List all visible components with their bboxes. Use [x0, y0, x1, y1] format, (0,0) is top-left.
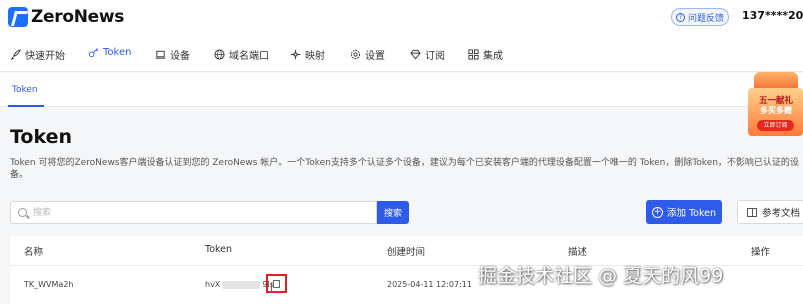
add-token-label: 添加 Token	[666, 208, 717, 219]
nav-label-mapping: 映射	[305, 51, 325, 62]
integration-icon	[468, 49, 479, 60]
gear-icon	[350, 49, 361, 60]
column-header-description: 描述	[568, 247, 588, 258]
search-input[interactable]	[33, 205, 363, 221]
nav-item-domain-ports[interactable]: 域名端口	[214, 47, 269, 62]
diamond-icon	[410, 49, 421, 60]
copy-token-button[interactable]	[266, 274, 287, 293]
nav-item-devices[interactable]: 设备	[155, 47, 190, 62]
promo-subscribe-button[interactable]: 立即订阅	[757, 120, 794, 131]
docs-button[interactable]: 参考文档	[737, 200, 803, 224]
nav-label-domain-ports: 域名端口	[229, 51, 269, 62]
search-icon	[18, 208, 27, 217]
nav-item-subscription[interactable]: 订阅	[410, 47, 445, 62]
top-bar: ZeroNews ? 问题反馈 137****2080	[0, 0, 803, 36]
feedback-button[interactable]: ? 问题反馈	[671, 8, 729, 26]
nav-label-token: Token	[103, 47, 132, 58]
nav-label-integration: 集成	[483, 51, 503, 62]
nav-label-subscription: 订阅	[425, 51, 445, 62]
globe-icon	[214, 49, 225, 60]
add-token-button[interactable]: + 添加 Token	[646, 200, 722, 224]
laptop-icon	[155, 50, 166, 59]
logo[interactable]: ZeroNews	[8, 7, 124, 27]
column-header-name: 名称	[24, 247, 44, 258]
docs-label: 参考文档	[762, 208, 801, 219]
nav-label-quickstart: 快速开始	[25, 51, 65, 62]
zeronews-logo-icon	[8, 7, 28, 27]
nav-label-settings: 设置	[365, 51, 385, 62]
token-value: hvX 9Is	[205, 280, 274, 289]
tab-active-indicator	[8, 105, 44, 107]
page-description: Token 可将您的ZeroNews客户端设备认证到您的 ZeroNews 帐户…	[10, 158, 799, 180]
watermark: 掘金技术社区 @ 夏天的风99	[478, 265, 724, 287]
search-button[interactable]: 搜索	[377, 201, 409, 224]
nav-item-token[interactable]: Token	[88, 47, 131, 58]
column-header-created: 创建时间	[387, 247, 426, 258]
network-icon	[290, 49, 301, 60]
token-prefix: hvX	[205, 280, 221, 289]
token-created-time: 2025-04-11 12:07:11	[387, 280, 472, 289]
search-box	[10, 201, 377, 224]
token-name: TK_WVMa2h	[24, 280, 74, 289]
copy-icon	[271, 280, 280, 292]
book-icon	[747, 207, 757, 217]
user-phone[interactable]: 137****2080	[742, 9, 803, 22]
rocket-icon	[10, 49, 21, 60]
tab-token[interactable]: Token	[12, 85, 38, 95]
nav-item-integration[interactable]: 集成	[468, 47, 503, 62]
promo-banner[interactable]: 五一献礼 多买多赠 立即订阅	[748, 72, 803, 136]
feedback-label: 问题反馈	[687, 13, 724, 24]
logo-text: ZeroNews	[31, 7, 125, 27]
promo-line2: 多买多赠	[760, 106, 792, 115]
main-nav: 快速开始 Token 设备 域名端口 映射 设置 订阅 集成	[0, 36, 803, 72]
nav-item-settings[interactable]: 设置	[350, 47, 385, 62]
plus-circle-icon: +	[651, 206, 663, 218]
question-icon: ?	[675, 12, 685, 22]
nav-item-quickstart[interactable]: 快速开始	[10, 47, 65, 62]
sub-tabs: Token	[0, 73, 803, 107]
nav-item-mapping[interactable]: 映射	[290, 47, 325, 62]
column-header-actions: 操作	[751, 247, 771, 258]
token-masked	[222, 280, 261, 289]
column-header-token: Token	[205, 244, 233, 255]
key-icon	[88, 48, 98, 58]
nav-label-devices: 设备	[170, 51, 190, 62]
page-title: Token	[10, 126, 73, 148]
